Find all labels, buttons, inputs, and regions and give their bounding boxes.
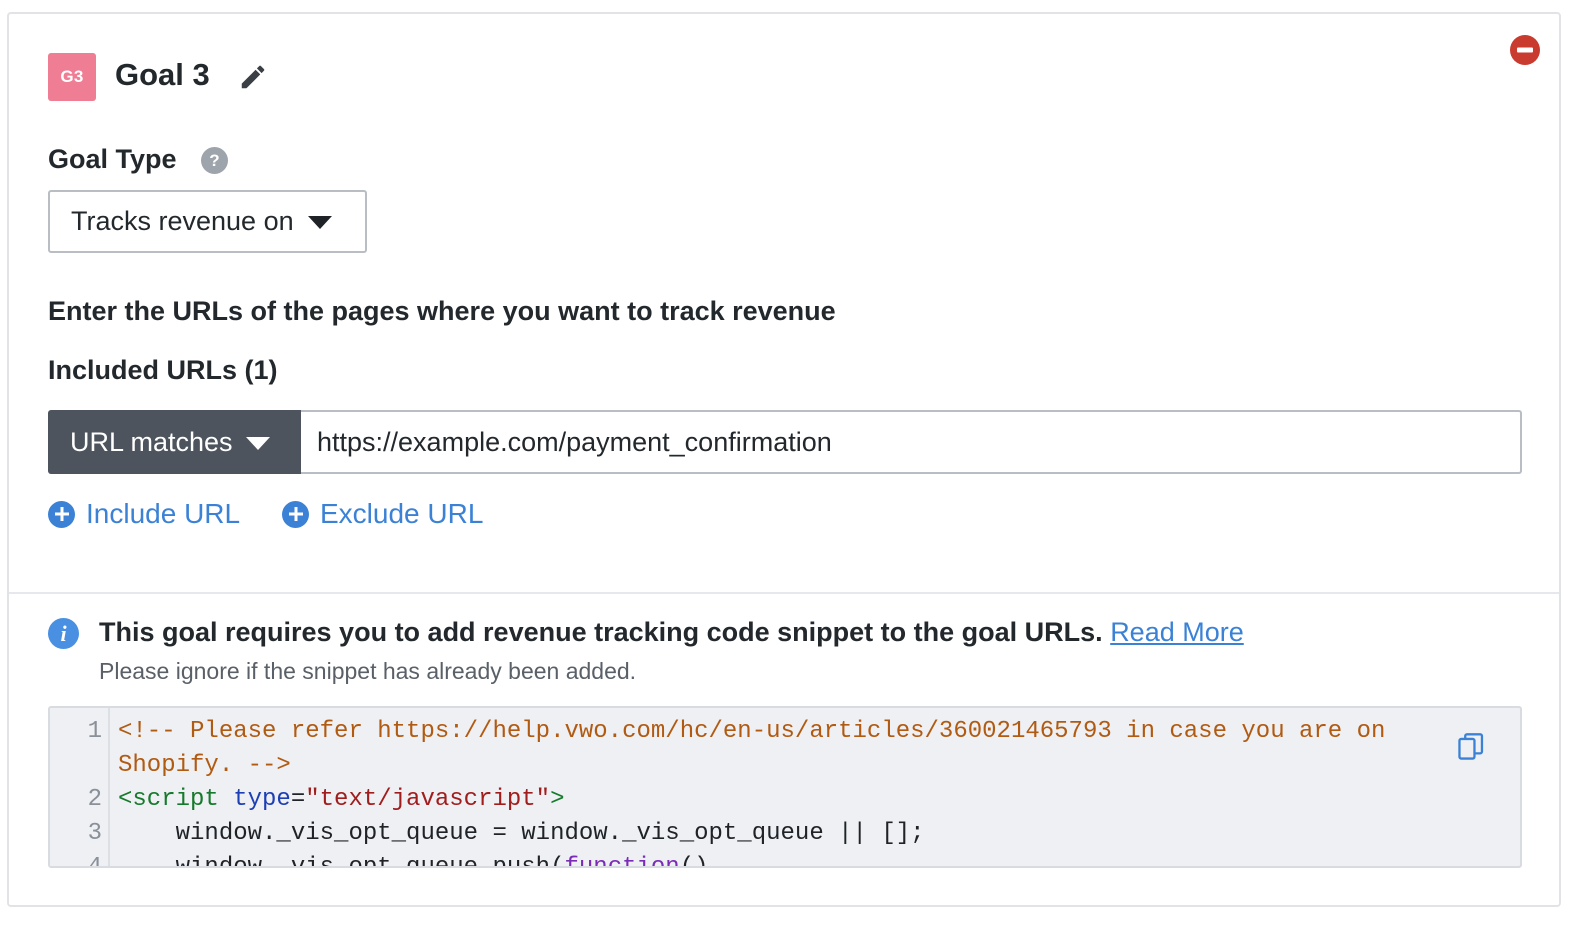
section-divider <box>9 592 1559 594</box>
goal-card: G3 Goal 3 Goal Type ? Tracks revenue on … <box>7 12 1561 907</box>
url-instruction-text: Enter the URLs of the pages where you wa… <box>48 296 836 326</box>
question-circle-icon[interactable]: ? <box>201 147 228 174</box>
goal-type-label: Goal Type <box>48 144 177 174</box>
goal-settings-section: G3 Goal 3 Goal Type ? Tracks revenue on … <box>9 14 1559 592</box>
line-number <box>50 749 102 783</box>
code-text: <!-- Please refer https://help.vwo.com/h… <box>118 718 1386 745</box>
chevron-down-icon <box>245 436 270 450</box>
chevron-down-icon <box>307 216 332 229</box>
code-snippet-box[interactable]: 1 <!-- Please refer https://help.vwo.com… <box>48 706 1522 868</box>
code-token-tag: <script <box>118 786 234 813</box>
code-line: 3 window._vis_opt_queue = window._vis_op… <box>50 817 1520 851</box>
pencil-icon[interactable] <box>238 62 268 92</box>
code-token-tag: > <box>550 786 565 813</box>
line-number: 4 <box>87 854 102 868</box>
code-token-plain: () <box>679 854 709 868</box>
minus-circle-icon[interactable] <box>1509 34 1541 66</box>
url-match-type-label: URL matches <box>70 426 233 457</box>
goal-type-selected-value: Tracks revenue on <box>71 206 294 236</box>
plus-circle-icon <box>282 500 309 528</box>
code-text: Shopify. --> <box>118 752 291 779</box>
code-token-eq: = <box>290 786 306 813</box>
url-rule-row: URL matches <box>48 410 1522 474</box>
line-number: 3 <box>87 820 102 847</box>
code-line: 2 <script type="text/javascript"> <box>50 783 1520 817</box>
info-circle-icon: i <box>48 618 79 649</box>
code-line: 4 window._vis_opt_queue.push(function() <box>50 851 1520 868</box>
code-text: <script type="text/javascript"> <box>102 783 564 817</box>
read-more-link[interactable]: Read More <box>1110 617 1244 647</box>
goal-title: Goal 3 <box>115 57 210 92</box>
goal-badge: G3 <box>48 53 96 101</box>
url-input[interactable] <box>301 410 1522 474</box>
code-text: window._vis_opt_queue.push(function() <box>102 851 709 868</box>
goal-type-dropdown[interactable]: Tracks revenue on <box>48 190 367 253</box>
code-token-plain: window._vis_opt_queue.push( <box>118 854 565 868</box>
code-token-attr: type <box>233 786 291 813</box>
exclude-url-button[interactable]: Exclude URL <box>282 498 483 530</box>
notice-message: This goal requires you to add revenue tr… <box>99 617 1103 647</box>
included-urls-label: Included URLs (1) <box>48 355 278 385</box>
revenue-snippet-notice: This goal requires you to add revenue tr… <box>99 617 1244 648</box>
plus-circle-icon <box>48 500 75 528</box>
include-url-label: Include URL <box>86 498 241 529</box>
code-token-string: "text/javascript" <box>305 786 551 813</box>
copy-icon[interactable] <box>1457 732 1485 762</box>
code-text: window._vis_opt_queue = window._vis_opt_… <box>118 820 925 847</box>
code-token-keyword: function <box>564 854 680 868</box>
code-lines: 1 <!-- Please refer https://help.vwo.com… <box>50 715 1520 868</box>
notice-subtext: Please ignore if the snippet has already… <box>99 658 637 684</box>
line-number: 1 <box>87 718 102 745</box>
url-match-type-dropdown[interactable]: URL matches <box>48 410 301 474</box>
exclude-url-label: Exclude URL <box>320 498 484 529</box>
include-url-button[interactable]: Include URL <box>48 498 240 530</box>
line-number: 2 <box>87 786 102 813</box>
code-line: 1 <!-- Please refer https://help.vwo.com… <box>50 715 1520 749</box>
code-line: Shopify. --> <box>50 749 1520 783</box>
